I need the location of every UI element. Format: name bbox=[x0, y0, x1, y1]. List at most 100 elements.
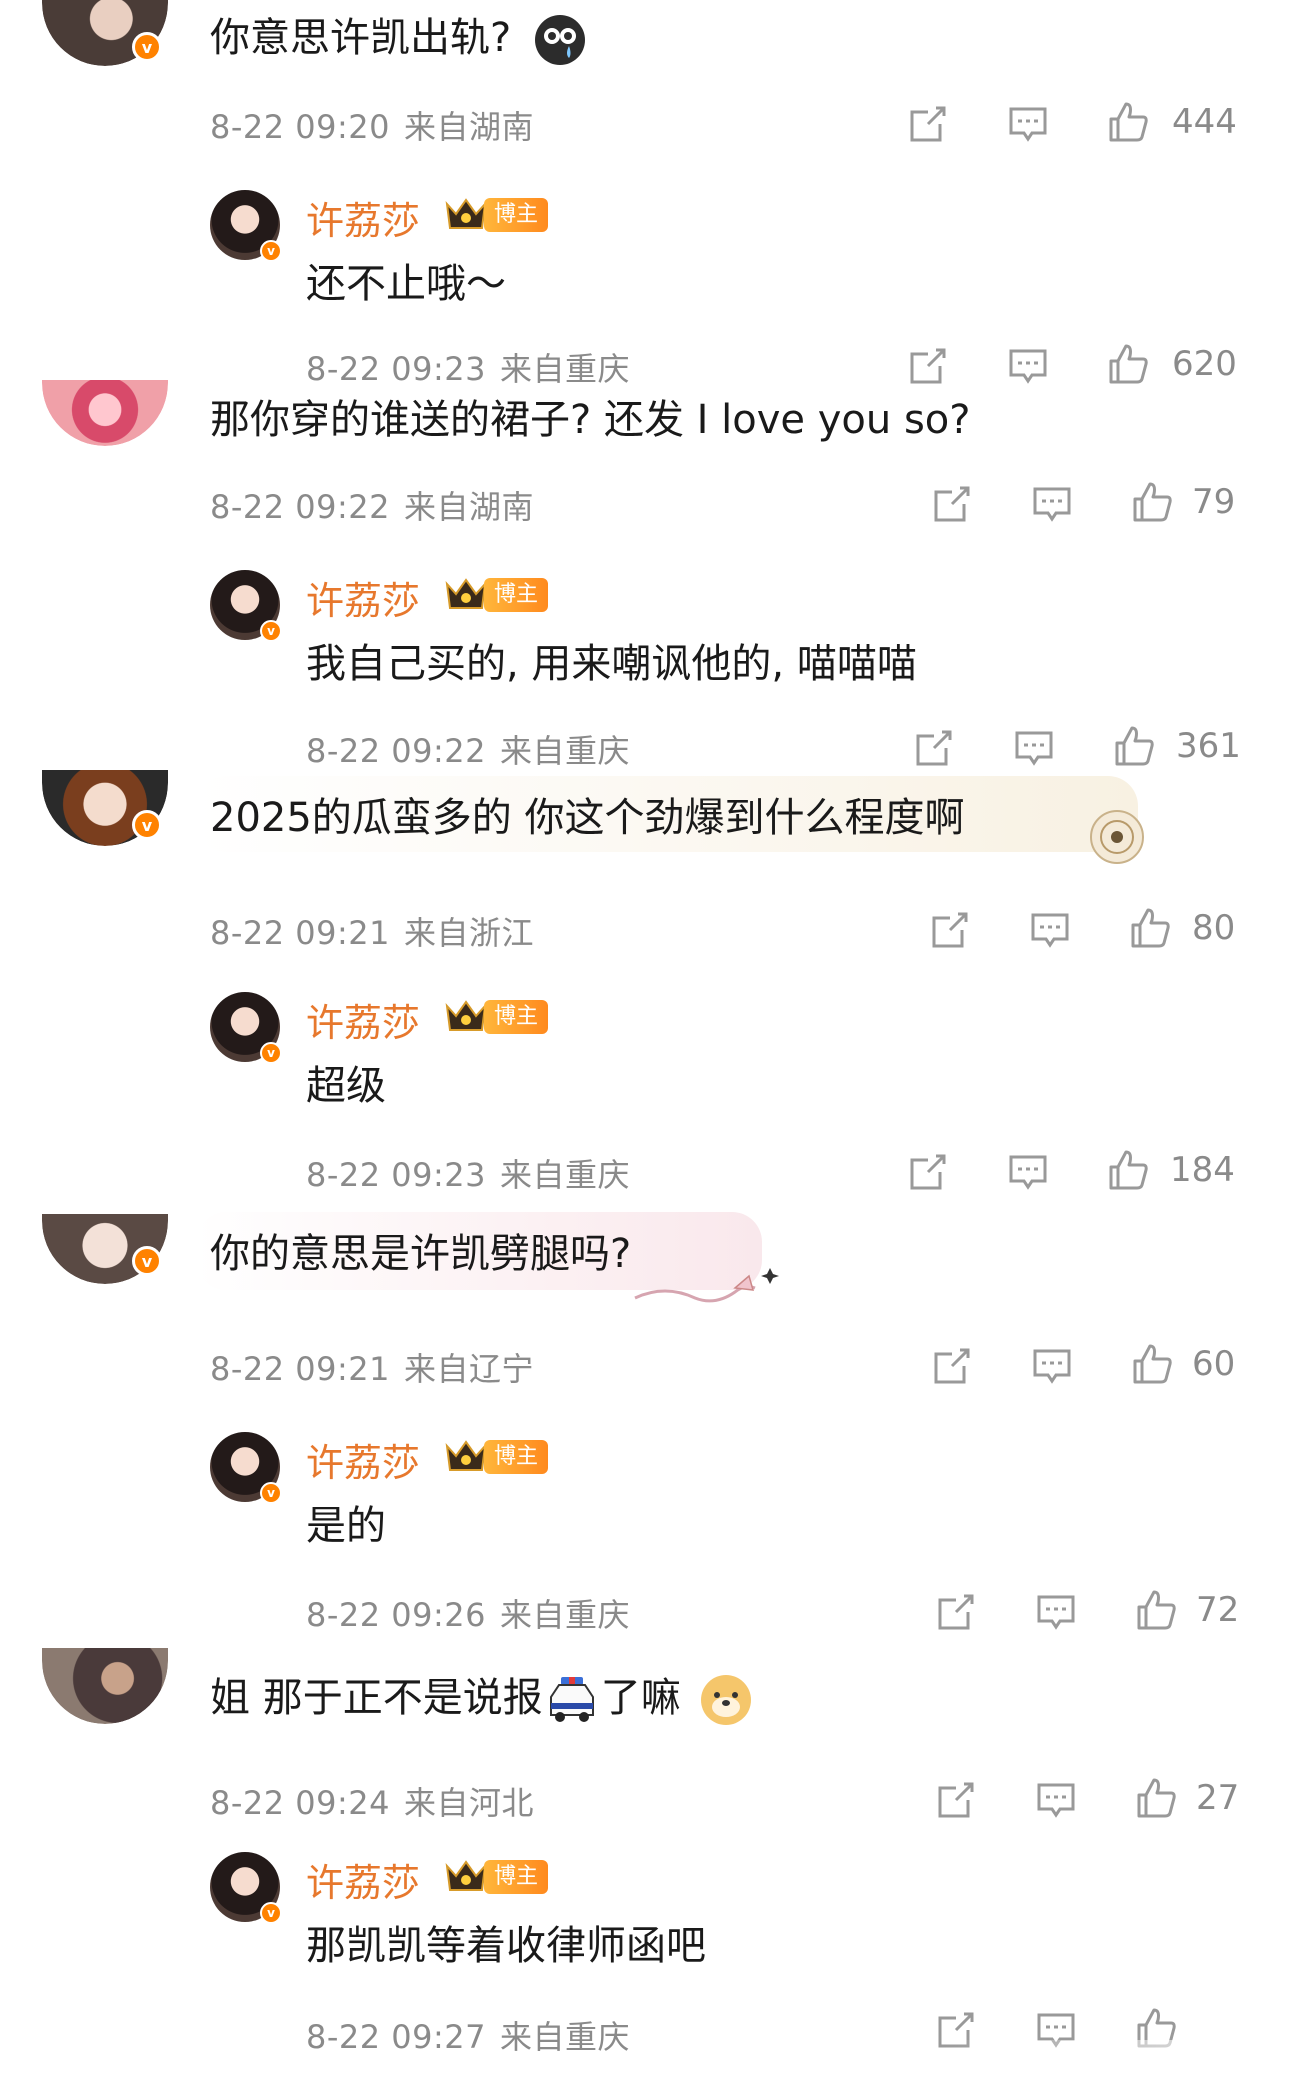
location: 来自重庆 bbox=[500, 1596, 631, 1634]
like-count: 27 bbox=[1196, 1778, 1240, 1818]
location: 来自重庆 bbox=[500, 2018, 631, 2056]
avatar[interactable]: v bbox=[210, 992, 282, 1064]
location: 来自浙江 bbox=[404, 914, 535, 952]
verified-badge-icon: v bbox=[132, 1246, 162, 1276]
comment-text: 姐 那于正不是说报 了嘛 bbox=[210, 1670, 753, 1727]
location: 来自重庆 bbox=[500, 732, 631, 770]
reply-text: 超级 bbox=[306, 1063, 386, 1109]
location: 来自辽宁 bbox=[404, 1350, 535, 1388]
share-icon[interactable] bbox=[934, 1590, 978, 1634]
comment-icon[interactable] bbox=[1012, 726, 1056, 770]
share-icon[interactable] bbox=[912, 726, 956, 770]
verified-badge-icon: v bbox=[260, 240, 282, 262]
verified-badge-icon: v bbox=[132, 32, 162, 62]
comment-text: 那你穿的谁送的裙子? 还发 I love you so? bbox=[210, 397, 971, 443]
crown-icon bbox=[444, 998, 488, 1034]
share-icon[interactable] bbox=[906, 102, 950, 146]
comment-meta: 8-22 09:21 来自辽宁 bbox=[210, 1344, 534, 1390]
location: 来自重庆 bbox=[500, 1156, 631, 1194]
verified-badge-icon: v bbox=[132, 810, 162, 840]
like-icon[interactable] bbox=[1106, 342, 1150, 386]
blogger-tag: 博主 bbox=[484, 1860, 549, 1894]
reply-meta: 8-22 09:23 来自重庆 bbox=[306, 1150, 630, 1196]
avatar[interactable] bbox=[42, 380, 168, 446]
like-count: 60 bbox=[1192, 1344, 1236, 1384]
blogger-tag: 博主 bbox=[484, 1440, 549, 1474]
like-icon[interactable] bbox=[1106, 100, 1150, 144]
share-icon[interactable] bbox=[930, 482, 974, 526]
avatar[interactable]: v bbox=[210, 1432, 282, 1504]
comment-icon[interactable] bbox=[1006, 102, 1050, 146]
timestamp: 8-22 09:22 bbox=[306, 732, 487, 770]
like-icon[interactable] bbox=[1130, 480, 1174, 524]
username[interactable]: 许荔莎 bbox=[306, 570, 420, 625]
location: 来自河北 bbox=[404, 1784, 535, 1822]
comment-meta: 8-22 09:21 来自浙江 bbox=[210, 908, 534, 954]
comment-icon[interactable] bbox=[1034, 1778, 1078, 1822]
reply-text: 那凯凯等着收律师函吧 bbox=[306, 1923, 706, 1969]
reply-text: 是的 bbox=[306, 1503, 386, 1549]
doge-emoji-icon bbox=[699, 1673, 753, 1727]
avatar[interactable] bbox=[42, 1648, 168, 1724]
like-count: 184 bbox=[1170, 1150, 1235, 1190]
verified-badge-icon: v bbox=[260, 1042, 282, 1064]
avatar[interactable]: v bbox=[210, 570, 282, 642]
comment-list: v 你意思许凯出轨? 8-22 09:20 来自湖南 444 v 许荔莎 博主 还… bbox=[0, 0, 1290, 2094]
timestamp: 8-22 09:27 bbox=[306, 2018, 487, 2056]
username[interactable]: 许荔莎 bbox=[306, 190, 420, 245]
like-count: 80 bbox=[1192, 908, 1236, 948]
comment-icon[interactable] bbox=[1030, 1344, 1074, 1388]
comment-text: 2025的瓜蛮多的 你这个劲爆到什么程度啊 bbox=[210, 795, 965, 841]
police-car-emoji-icon bbox=[543, 1675, 601, 1725]
timestamp: 8-22 09:21 bbox=[210, 1350, 391, 1388]
share-icon[interactable] bbox=[906, 1150, 950, 1194]
timestamp: 8-22 09:23 bbox=[306, 1156, 487, 1194]
comment-meta: 8-22 09:24 来自河北 bbox=[210, 1778, 534, 1824]
ribbon-decoration-icon bbox=[630, 1258, 780, 1314]
avatar[interactable]: v bbox=[210, 190, 282, 262]
like-icon[interactable] bbox=[1106, 1148, 1150, 1192]
blogger-tag: 博主 bbox=[484, 578, 549, 612]
blogger-tag: 博主 bbox=[484, 1000, 549, 1034]
reply-meta: 8-22 09:22 来自重庆 bbox=[306, 726, 630, 772]
avatar[interactable]: v bbox=[210, 1852, 282, 1924]
comment-icon[interactable] bbox=[1006, 1150, 1050, 1194]
share-icon[interactable] bbox=[906, 344, 950, 388]
comment-icon[interactable] bbox=[1030, 482, 1074, 526]
like-icon[interactable] bbox=[1134, 1588, 1178, 1632]
timestamp: 8-22 09:20 bbox=[210, 108, 391, 146]
comment-icon[interactable] bbox=[1034, 1590, 1078, 1634]
blogger-tag: 博主 bbox=[484, 198, 549, 232]
location: 来自湖南 bbox=[404, 488, 535, 526]
username[interactable]: 许荔莎 bbox=[306, 1432, 420, 1487]
timestamp: 8-22 09:22 bbox=[210, 488, 391, 526]
crown-icon bbox=[444, 576, 488, 612]
verified-badge-icon: v bbox=[260, 1482, 282, 1504]
crown-icon bbox=[444, 1438, 488, 1474]
crown-icon bbox=[444, 1858, 488, 1894]
like-count: 79 bbox=[1192, 482, 1236, 522]
reply-text: 我自己买的, 用来嘲讽他的, 喵喵喵 bbox=[306, 641, 917, 687]
location: 来自湖南 bbox=[404, 108, 535, 146]
comment-icon[interactable] bbox=[1028, 908, 1072, 952]
share-icon[interactable] bbox=[934, 1778, 978, 1822]
reply-meta: 8-22 09:23 来自重庆 bbox=[306, 344, 630, 390]
like-icon[interactable] bbox=[1130, 1342, 1174, 1386]
compass-decoration-icon bbox=[1088, 808, 1146, 866]
crying-emoji-icon bbox=[534, 14, 586, 66]
comment-meta: 8-22 09:20 来自湖南 bbox=[210, 102, 534, 148]
username[interactable]: 许荔莎 bbox=[306, 1852, 420, 1907]
share-icon[interactable] bbox=[928, 908, 972, 952]
timestamp: 8-22 09:24 bbox=[210, 1784, 391, 1822]
watermark-fade bbox=[940, 2040, 1290, 2094]
comment-meta: 8-22 09:22 来自湖南 bbox=[210, 482, 534, 528]
username[interactable]: 许荔莎 bbox=[306, 992, 420, 1047]
like-icon[interactable] bbox=[1128, 906, 1172, 950]
like-count: 361 bbox=[1176, 726, 1241, 766]
comment-text: 你的意思是许凯劈腿吗? bbox=[210, 1231, 632, 1277]
share-icon[interactable] bbox=[930, 1344, 974, 1388]
like-icon[interactable] bbox=[1134, 1776, 1178, 1820]
like-icon[interactable] bbox=[1112, 724, 1156, 768]
comment-icon[interactable] bbox=[1006, 344, 1050, 388]
verified-badge-icon: v bbox=[260, 620, 282, 642]
